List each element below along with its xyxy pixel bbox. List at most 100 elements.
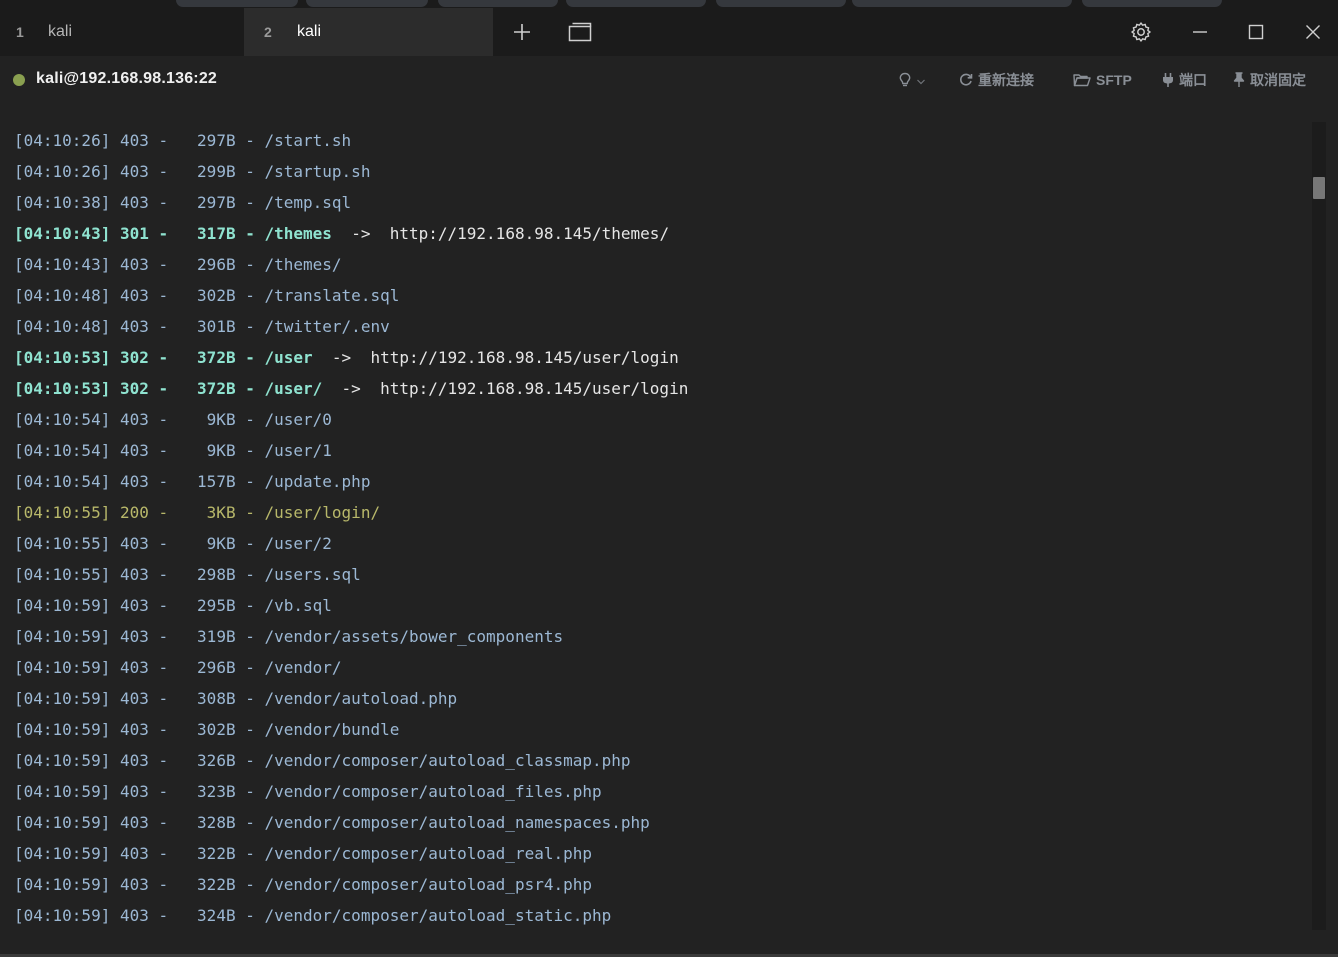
terminal-line: [04:10:53] 302 - 372B - /user/ -> http:/… (14, 379, 689, 398)
line-size: 299B (197, 162, 236, 181)
terminal-line: [04:10:59] 403 - 319B - /vendor/assets/b… (14, 627, 564, 646)
line-status-code: 403 (119, 255, 149, 274)
line-size: 322B (197, 844, 236, 863)
line-size: 297B (197, 131, 236, 150)
connection-status-dot (13, 74, 25, 86)
gear-icon[interactable] (1125, 16, 1157, 48)
line-status-code: 403 (119, 875, 149, 894)
line-path: /startup.sh (264, 162, 371, 181)
sftp-button[interactable]: SFTP (1073, 70, 1132, 90)
terminal-line: [04:10:59] 403 - 323B - /vendor/composer… (14, 782, 602, 801)
tab-number: 2 (264, 24, 272, 40)
sftp-label: SFTP (1096, 72, 1132, 88)
line-path: /vendor/ (264, 658, 342, 677)
line-path: /vendor/assets/bower_components (264, 627, 564, 646)
line-status-code: 403 (119, 906, 149, 925)
line-time: [04:10:59] (14, 689, 111, 708)
line-status-code: 301 (119, 224, 149, 243)
tab-2[interactable]: 2 kali (244, 8, 493, 56)
line-time: [04:10:43] (14, 255, 111, 274)
line-status-code: 403 (119, 844, 149, 863)
line-path: /user/ (264, 379, 323, 398)
line-path: /vendor/composer/autoload_classmap.php (264, 751, 631, 770)
line-time: [04:10:54] (14, 441, 111, 460)
terminal-line: [04:10:55] 200 - 3KB - /user/login/ (14, 503, 381, 522)
line-path: /vendor/composer/autoload_namespaces.php (264, 813, 650, 832)
line-size: 302B (197, 720, 236, 739)
line-size: 297B (197, 193, 236, 212)
reconnect-label: 重新连接 (978, 72, 1034, 88)
terminal-line: [04:10:43] 403 - 296B - /themes/ (14, 255, 342, 274)
terminal-line: [04:10:59] 403 - 308B - /vendor/autoload… (14, 689, 458, 708)
line-time: [04:10:54] (14, 410, 111, 429)
line-path: /temp.sql (264, 193, 352, 212)
line-size: 328B (197, 813, 236, 832)
terminal-scrollbar[interactable] (1312, 122, 1326, 930)
line-status-code: 403 (119, 720, 149, 739)
terminal-line: [04:10:48] 403 - 301B - /twitter/.env (14, 317, 390, 336)
minimize-icon[interactable] (1184, 16, 1216, 48)
window-top-strip (0, 0, 1338, 8)
line-status-code: 403 (119, 565, 149, 584)
background-pill (1082, 0, 1222, 7)
line-path: /vendor/composer/autoload_static.php (264, 906, 612, 925)
terminal-line: [04:10:59] 403 - 302B - /vendor/bundle (14, 720, 400, 739)
unpin-label: 取消固定 (1250, 72, 1306, 88)
line-path: /start.sh (264, 131, 352, 150)
line-time: [04:10:55] (14, 503, 111, 522)
line-status-code: 403 (119, 317, 149, 336)
line-status-code: 403 (119, 472, 149, 491)
terminal-line: [04:10:54] 403 - 157B - /update.php (14, 472, 371, 491)
connection-host: kali@192.168.98.136:22 (36, 70, 218, 87)
line-time: [04:10:48] (14, 317, 111, 336)
lightbulb-icon (898, 72, 912, 88)
terminal-line: [04:10:26] 403 - 297B - /start.sh (14, 131, 352, 150)
line-time: [04:10:59] (14, 751, 111, 770)
line-size: 372B (197, 348, 236, 367)
line-size: 323B (197, 782, 236, 801)
scrollbar-thumb[interactable] (1313, 177, 1325, 199)
line-status-code: 403 (119, 751, 149, 770)
line-redirect-target: http://192.168.98.145/themes/ (389, 224, 670, 243)
line-status-code: 403 (119, 286, 149, 305)
line-time: [04:10:26] (14, 162, 111, 181)
tab-number: 1 (16, 24, 24, 40)
port-button[interactable]: 端口 (1162, 70, 1207, 90)
line-status-code: 403 (119, 162, 149, 181)
line-status-code: 403 (119, 131, 149, 150)
line-size: 322B (197, 875, 236, 894)
line-path: /user/0 (264, 410, 332, 429)
plus-icon[interactable] (506, 16, 538, 48)
line-size: 157B (197, 472, 236, 491)
window-bottom-strip (0, 936, 1338, 957)
terminal-line: [04:10:54] 403 - 9KB - /user/1 (14, 441, 332, 460)
background-pill (438, 0, 558, 7)
reconnect-button[interactable]: 重新连接 (959, 70, 1034, 90)
background-pill (176, 0, 298, 7)
terminal-line: [04:10:48] 403 - 302B - /translate.sql (14, 286, 400, 305)
maximize-icon[interactable] (1240, 16, 1272, 48)
line-path: /themes/ (264, 255, 342, 274)
line-path: /user/login/ (264, 503, 381, 522)
line-status-code: 403 (119, 596, 149, 615)
line-time: [04:10:55] (14, 534, 111, 553)
line-time: [04:10:59] (14, 720, 111, 739)
line-time: [04:10:59] (14, 906, 111, 925)
terminal-output[interactable]: [04:10:26] 403 - 297B - /start.sh [04:10:… (0, 106, 1312, 936)
chevron-down-icon (917, 72, 925, 88)
line-status-code: 403 (119, 689, 149, 708)
line-time: [04:10:59] (14, 627, 111, 646)
line-status-code: 403 (119, 410, 149, 429)
unpin-button[interactable]: 取消固定 (1233, 70, 1306, 90)
line-path: /themes (264, 224, 332, 243)
tab-1[interactable]: 1 kali (0, 8, 244, 56)
terminal-line: [04:10:26] 403 - 299B - /startup.sh (14, 162, 371, 181)
line-time: [04:10:53] (14, 379, 111, 398)
line-path: /vendor/composer/autoload_psr4.php (264, 875, 592, 894)
line-status-code: 403 (119, 627, 149, 646)
close-icon[interactable] (1297, 16, 1329, 48)
terminal-line: [04:10:54] 403 - 9KB - /user/0 (14, 410, 332, 429)
windows-icon[interactable] (564, 16, 596, 48)
tab-title: kali (48, 23, 73, 40)
lightbulb-dropdown[interactable] (898, 70, 925, 90)
